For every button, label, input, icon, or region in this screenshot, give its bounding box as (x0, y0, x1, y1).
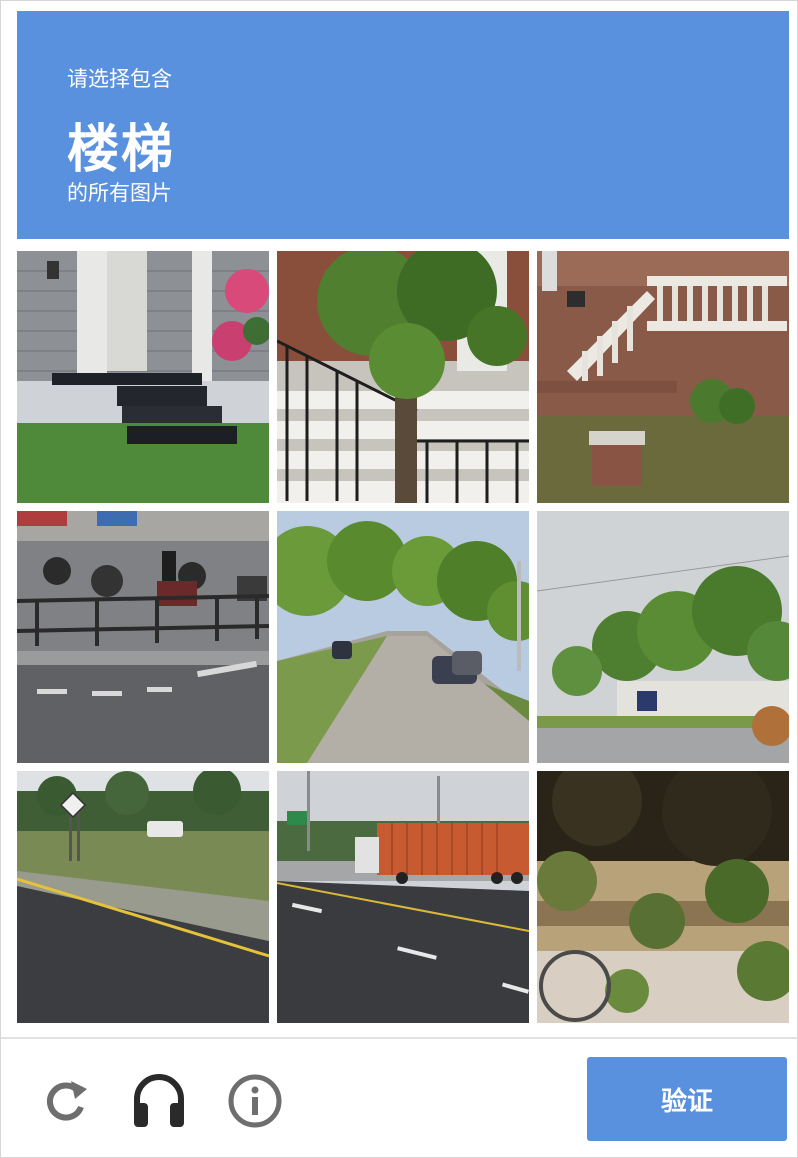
captcha-widget: 请选择包含 楼梯 的所有图片 验证 (0, 0, 798, 1158)
info-icon (228, 1074, 282, 1128)
blurred-foliage-image (537, 771, 789, 1023)
image-tile-2[interactable] (277, 251, 529, 503)
image-tile-1[interactable] (17, 251, 269, 503)
stoop-tree-image (277, 251, 529, 503)
image-grid (17, 251, 789, 1023)
reload-icon (46, 1081, 87, 1121)
brick-stairs-image (537, 251, 789, 503)
image-tile-5[interactable] (277, 511, 529, 763)
image-tile-3[interactable] (537, 251, 789, 503)
image-tile-7[interactable] (17, 771, 269, 1023)
residential-street-image (277, 511, 529, 763)
info-button[interactable] (225, 1069, 285, 1133)
image-tile-4[interactable] (17, 511, 269, 763)
footer-divider (1, 1037, 798, 1039)
reload-button[interactable] (35, 1069, 95, 1133)
headphones-icon (134, 1074, 184, 1127)
image-tile-9[interactable] (537, 771, 789, 1023)
highway-sign-image (17, 771, 269, 1023)
target-object-label: 楼梯 (67, 120, 176, 180)
image-tile-8[interactable] (277, 771, 529, 1023)
verify-button[interactable]: 验证 (587, 1057, 787, 1141)
image-tile-6[interactable] (537, 511, 789, 763)
audio-challenge-button[interactable] (129, 1069, 189, 1133)
instruction-header: 请选择包含 楼梯 的所有图片 (17, 11, 789, 239)
motorcycles-street-image (17, 511, 269, 763)
instruction-prefix: 请选择包含 (67, 67, 172, 91)
instruction-suffix: 的所有图片 (67, 181, 172, 205)
porch-stairs-image (17, 251, 269, 503)
highway-truck-image (277, 771, 529, 1023)
trees-building-image (537, 511, 789, 763)
